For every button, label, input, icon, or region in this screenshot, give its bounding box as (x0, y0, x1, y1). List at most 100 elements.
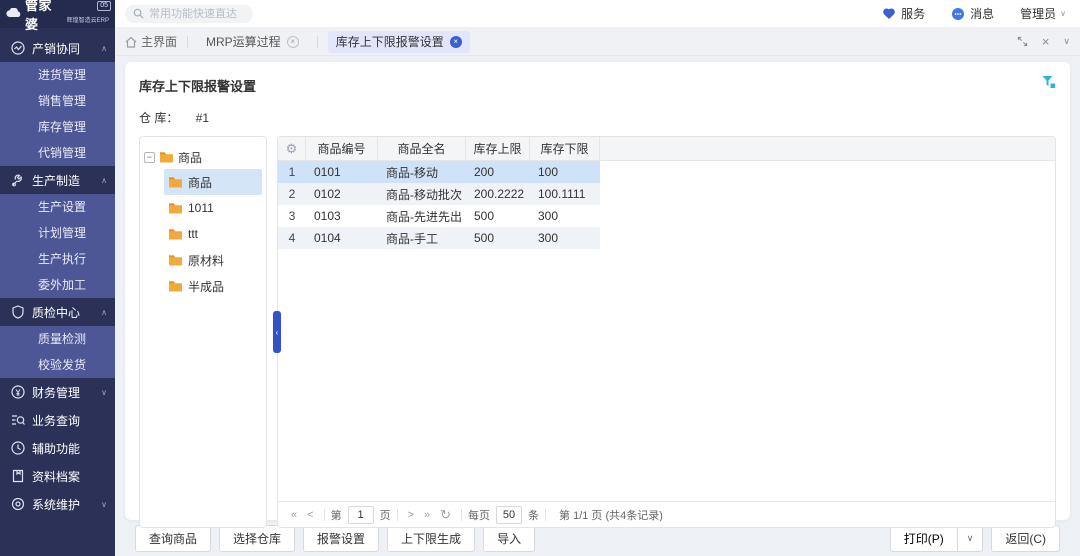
panel-collapse-handle[interactable]: ‹ (273, 311, 281, 353)
fullscreen-icon[interactable] (1017, 36, 1028, 47)
first-page-button[interactable]: « (286, 509, 302, 521)
sidebar-group-chanxiao[interactable]: 产销协同 ∧ (0, 34, 115, 62)
sidebar-item-kucun[interactable]: 库存管理 (0, 114, 115, 140)
generate-limits-button[interactable]: 上下限生成 (387, 525, 475, 552)
table-row[interactable]: 3 0103 商品-先进先出 500 300 (278, 205, 600, 227)
category-tree: − 商品 商品 1011 (139, 136, 267, 528)
tree-node-yuancailiao[interactable]: 原材料 (164, 247, 262, 273)
sidebar-item-daixiao[interactable]: 代销管理 (0, 140, 115, 166)
print-button[interactable]: 打印(P) (890, 525, 958, 552)
submenu-shengchan: 生产设置 计划管理 生产执行 委外加工 (0, 194, 115, 298)
tree-node-label: 原材料 (188, 252, 224, 269)
tab-label: 库存上下限报警设置 (336, 33, 444, 50)
service-button[interactable]: 服务 (882, 5, 925, 22)
sidebar-item-shengchanshezhi[interactable]: 生产设置 (0, 194, 115, 220)
back-button[interactable]: 返回(C) (991, 525, 1060, 552)
column-header-code[interactable]: 商品编号 (306, 137, 378, 160)
column-header-lower[interactable]: 库存下限 (530, 137, 600, 160)
cell-upper: 500 (466, 231, 530, 245)
finance-icon (10, 385, 26, 399)
search-input[interactable] (149, 8, 245, 20)
tab-mrp[interactable]: MRP运算过程 × (198, 31, 307, 53)
sidebar-group-xitong[interactable]: 系统维护 ∨ (0, 490, 115, 518)
tree-node-1011[interactable]: 1011 (164, 195, 262, 221)
last-page-button[interactable]: » (419, 509, 435, 521)
cell-name: 商品-移动 (378, 164, 466, 181)
sidebar-group-zhijian[interactable]: 质检中心 ∧ (0, 298, 115, 326)
cell-upper: 500 (466, 209, 530, 223)
gear-icon: ⚙ (286, 141, 298, 157)
tree-node-label: 商品 (188, 174, 212, 191)
tree-node-bancheng[interactable]: 半成品 (164, 273, 262, 299)
sidebar-group-yewu[interactable]: 业务查询 (0, 406, 115, 434)
cell-code: 0102 (306, 187, 378, 201)
sidebar-item-xiaoshou[interactable]: 销售管理 (0, 88, 115, 114)
sidebar-item-jiaoyan[interactable]: 校验发货 (0, 352, 115, 378)
search-icon (133, 8, 144, 19)
quick-search[interactable] (125, 5, 253, 23)
tree-node-ttt[interactable]: ttt (164, 221, 262, 247)
brand-tagline: 辉煌智造云ERP (67, 15, 109, 24)
tab-home[interactable]: 主界面 (125, 33, 177, 50)
brand-name: 管家婆 (25, 0, 65, 33)
folder-icon (159, 151, 174, 163)
archive-icon (10, 469, 26, 483)
tree-node-label: ttt (188, 227, 198, 241)
query-goods-button[interactable]: 查询商品 (135, 525, 211, 552)
column-header-upper[interactable]: 库存上限 (466, 137, 530, 160)
prev-page-button[interactable]: < (302, 509, 318, 521)
refresh-icon[interactable]: ↻ (435, 507, 456, 523)
close-icon[interactable]: × (450, 36, 462, 48)
per-page-label: 每页 (468, 507, 490, 523)
next-page-button[interactable]: > (403, 509, 419, 521)
cell-lower: 300 (530, 209, 600, 223)
sidebar-group-ziliao[interactable]: 资料档案 (0, 462, 115, 490)
sidebar-item-zhixing[interactable]: 生产执行 (0, 246, 115, 272)
tree-node-shangpin[interactable]: 商品 (164, 169, 262, 195)
sidebar-group-label: 质检中心 (32, 304, 101, 321)
folder-icon (168, 176, 183, 188)
message-button[interactable]: 消息 (951, 5, 994, 22)
sidebar: 管家婆 辉煌智造云ERP 05 产销协同 ∧ 进货管理 销售管理 库存管理 代销… (0, 0, 115, 556)
sidebar-group-shengchan[interactable]: 生产制造 ∧ (0, 166, 115, 194)
table-row[interactable]: 1 0101 商品-移动 200 100 (278, 161, 600, 183)
sidebar-item-jinhuo[interactable]: 进货管理 (0, 62, 115, 88)
user-menu[interactable]: 管理员 ∨ (1020, 5, 1066, 22)
tab-label: MRP运算过程 (206, 33, 281, 50)
tab-stock-alert[interactable]: 库存上下限报警设置 × (328, 31, 470, 53)
content: 库存上下限报警设置 仓 库： #1 − 商品 (115, 56, 1080, 556)
column-header-name[interactable]: 商品全名 (378, 137, 466, 160)
user-name: 管理员 (1020, 5, 1056, 22)
select-warehouse-button[interactable]: 选择仓库 (219, 525, 295, 552)
close-icon[interactable]: × (287, 36, 299, 48)
row-index: 1 (278, 165, 306, 179)
cell-name: 商品-手工 (378, 230, 466, 247)
print-dropdown-button[interactable]: ∨ (958, 525, 984, 552)
sidebar-item-zhiliang[interactable]: 质量检测 (0, 326, 115, 352)
chevron-down-icon: ∨ (101, 500, 107, 509)
collapse-expander-icon[interactable]: − (144, 152, 155, 163)
tree-node-label: 半成品 (188, 278, 224, 295)
pagination-bar: « < 第 页 > » ↻ 每页 (278, 501, 1055, 527)
service-label: 服务 (901, 5, 925, 22)
alert-settings-button[interactable]: 报警设置 (303, 525, 379, 552)
sidebar-group-fuzhu[interactable]: 辅助功能 (0, 434, 115, 462)
tree-root-node[interactable]: − 商品 (144, 145, 262, 169)
divider (324, 509, 325, 521)
table-row[interactable]: 2 0102 商品-移动批次 200.2222 100.1111 (278, 183, 600, 205)
import-button[interactable]: 导入 (483, 525, 535, 552)
column-settings-button[interactable]: ⚙ (278, 137, 306, 160)
chevron-up-icon: ∧ (101, 44, 107, 53)
sidebar-group-caiwu[interactable]: 财务管理 ∨ (0, 378, 115, 406)
sidebar-item-weiwai[interactable]: 委外加工 (0, 272, 115, 298)
close-all-icon[interactable]: × (1042, 34, 1050, 49)
chevron-down-icon: ∨ (101, 388, 107, 397)
filter-icon[interactable] (1041, 74, 1056, 92)
sidebar-group-label: 产销协同 (32, 40, 101, 57)
chevron-down-icon[interactable]: ∨ (1063, 36, 1070, 47)
sidebar-item-jihua[interactable]: 计划管理 (0, 220, 115, 246)
table-row[interactable]: 4 0104 商品-手工 500 300 (278, 227, 600, 249)
folder-icon (168, 228, 183, 240)
page-number-input[interactable] (348, 506, 374, 524)
per-page-input[interactable] (496, 506, 522, 524)
